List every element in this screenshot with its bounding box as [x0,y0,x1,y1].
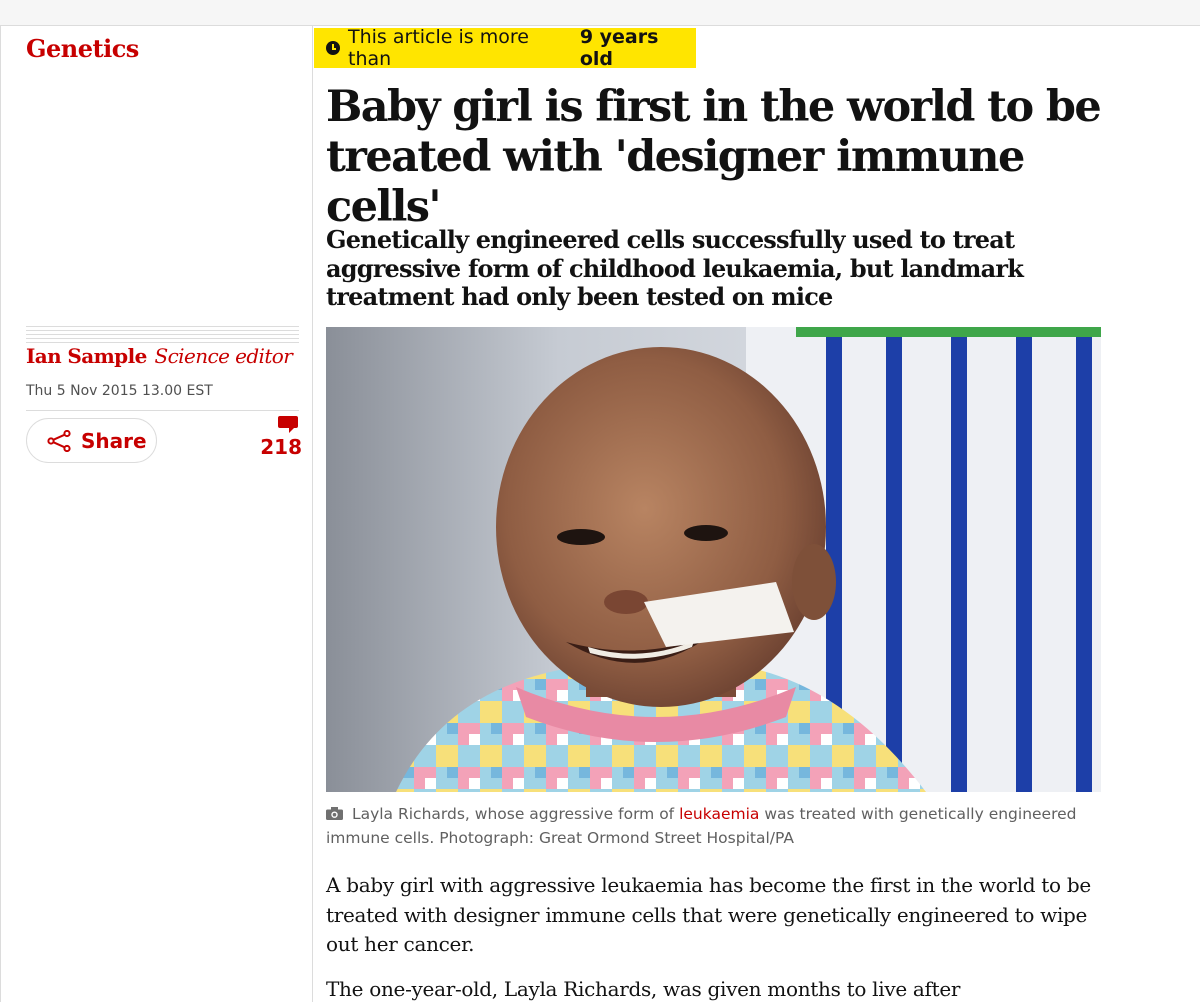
body-paragraph: The one-year-old, Layla Richards, was gi… [326,976,961,1001]
meta-decorative-lines [26,326,299,344]
author-link[interactable]: Ian Sample [26,344,147,368]
comment-count: 218 [260,435,302,459]
camera-icon [326,807,343,820]
comment-count-button[interactable]: 218 [258,416,302,459]
column-divider [312,26,313,1002]
comment-bubble-icon [278,416,298,433]
share-label: Share [81,428,147,453]
author-role: Science editor [154,344,293,368]
article-age-badge: This article is more than 9 years old [314,26,696,70]
article-body: A baby girl with aggressive leukaemia ha… [326,871,1116,1002]
caption-text-before: Layla Richards, whose aggressive form of [351,805,675,823]
byline: Ian Sample Science editor [26,344,306,368]
caption-link-leukaemia[interactable]: leukaemia [679,805,759,823]
clock-icon [326,41,340,55]
article-headline: Baby girl is first in the world to be tr… [326,82,1102,232]
section-link-genetics[interactable]: Genetics [26,34,139,63]
share-button[interactable]: Share [26,418,157,463]
meta-divider [26,410,299,411]
photo-caption: Layla Richards, whose aggressive form of… [326,802,1086,850]
left-border [0,26,1,1002]
age-notice-age: 9 years old [579,26,659,70]
publish-date: Thu 5 Nov 2015 13.00 EST [26,383,213,399]
share-icon [47,429,71,452]
age-notice-prefix: This article is more than [348,26,529,70]
body-paragraph: A baby girl with aggressive leukaemia ha… [326,873,1091,956]
article-standfirst: Genetically engineered cells successfull… [326,225,1024,311]
article-photo [326,327,1101,792]
browser-top-bar [0,0,1200,26]
